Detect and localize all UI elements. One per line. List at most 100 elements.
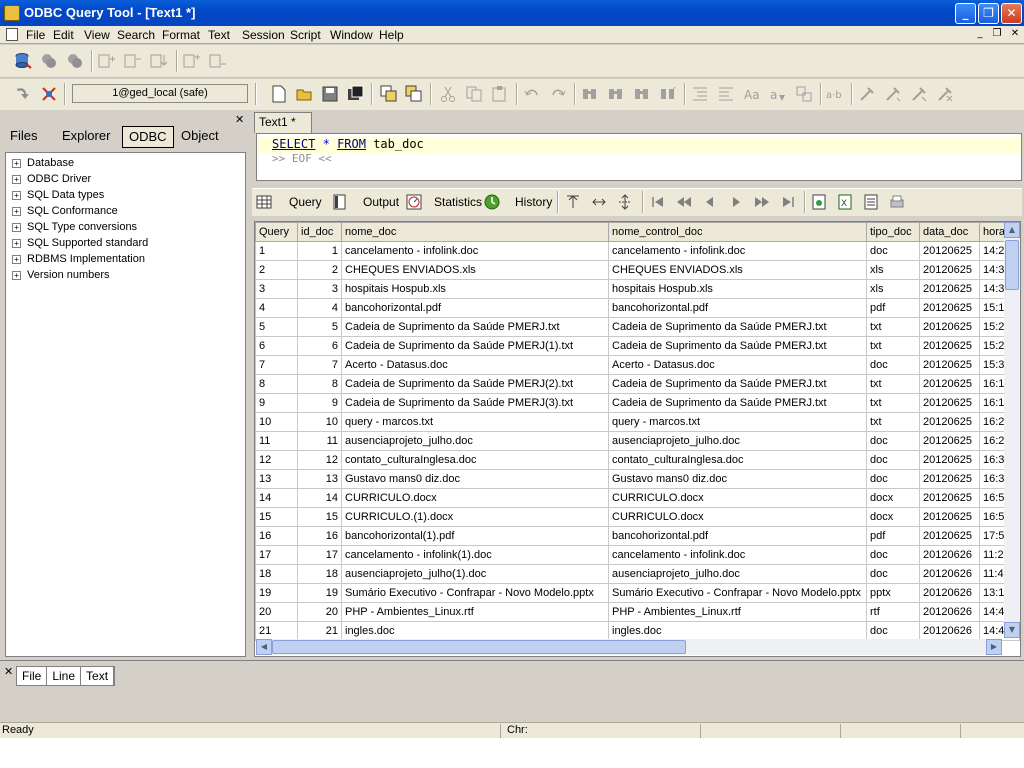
copy-icon[interactable] [465,85,483,103]
expand-icon[interactable]: + [12,254,21,264]
tree-item-sql-conformance[interactable]: + SQL Conformance [12,205,118,219]
move-column-icon[interactable] [591,194,607,210]
cell-tipo-doc[interactable]: xls [866,279,920,299]
column-header-nome-doc[interactable]: nome_doc [341,222,609,242]
menu-script[interactable]: Script [290,28,321,42]
history-tab[interactable]: History [515,195,552,209]
menu-file[interactable]: File [26,28,45,42]
cell-query[interactable]: 11 [255,431,298,451]
cell-id-doc[interactable]: 5 [297,317,342,337]
cell-nome-doc[interactable]: bancohorizontal.pdf [341,298,609,318]
menu-view[interactable]: View [84,28,110,42]
cell-nome-doc[interactable]: hospitais Hospub.xls [341,279,609,299]
tree-item-sql-supported-standard[interactable]: + SQL Supported standard [12,237,148,251]
cell-id-doc[interactable]: 14 [297,488,342,508]
sql-line[interactable]: SELECT * FROM tab_doc [257,137,1021,153]
cell-query[interactable]: 19 [255,583,298,603]
replace-icon[interactable] [659,85,677,103]
cell-query[interactable]: 9 [255,393,298,413]
cell-id-doc[interactable]: 13 [297,469,342,489]
column-header-line[interactable]: Line [47,667,82,685]
table-row[interactable]: 18 18 ausenciaprojeto_julho(1).doc ausencia… [255,564,1020,584]
history-icon[interactable] [484,194,500,210]
statistics-tab[interactable]: Statistics [434,195,482,209]
tree-item-sql-type-conversions[interactable]: + SQL Type conversions [12,221,137,235]
expand-icon[interactable]: + [12,238,21,248]
cell-nome-control-doc[interactable]: query - marcos.txt [608,412,867,432]
cell-tipo-doc[interactable]: txt [866,393,920,413]
cell-nome-doc[interactable]: Sumário Executivo - Confrapar - Novo Mod… [341,583,609,603]
grid-view-icon[interactable] [256,194,272,210]
menu-search[interactable]: Search [117,28,155,42]
cell-query[interactable]: 15 [255,507,298,527]
cell-nome-control-doc[interactable]: CURRICULO.docx [608,488,867,508]
cell-tipo-doc[interactable]: doc [866,564,920,584]
vertical-scroll-thumb[interactable] [1005,240,1019,290]
unindent-icon[interactable] [717,85,735,103]
debug-icon[interactable] [40,85,58,103]
table-row[interactable]: 13 13 Gustavo mans0 diz.doc Gustavo mans0 d… [255,469,1020,489]
cell-tipo-doc[interactable]: xls [866,260,920,280]
cell-query[interactable]: 21 [255,621,298,641]
cell-query[interactable]: 16 [255,526,298,546]
next-record-icon[interactable] [728,194,744,210]
expand-icon[interactable]: + [12,174,21,184]
cell-tipo-doc[interactable]: txt [866,374,920,394]
cell-nome-doc[interactable]: Acerto - Datasus.doc [341,355,609,375]
cell-id-doc[interactable]: 17 [297,545,342,565]
indent-icon[interactable] [691,85,709,103]
cell-id-doc[interactable]: 3 [297,279,342,299]
cell-nome-doc[interactable]: cancelamento - infolink(1).doc [341,545,609,565]
cell-data-doc[interactable]: 20120625 [919,260,980,280]
cell-query[interactable]: 17 [255,545,298,565]
cell-data-doc[interactable]: 20120625 [919,526,980,546]
paste-icon[interactable] [491,85,509,103]
menu-session[interactable]: Session [242,28,285,42]
cell-id-doc[interactable]: 10 [297,412,342,432]
table-row[interactable]: 9 9 Cadeia de Suprimento da Saúde PMERJ(3)… [255,393,1020,413]
cell-tipo-doc[interactable]: pdf [866,526,920,546]
export-excel-icon[interactable]: X [837,194,853,210]
bottom-panel-close-button[interactable]: ✕ [4,665,13,678]
insert-column-icon[interactable] [565,194,581,210]
cell-data-doc[interactable]: 20120625 [919,374,980,394]
table-row[interactable]: 12 12 contato_culturaInglesa.doc contato_cu… [255,450,1020,470]
cell-id-doc[interactable]: 11 [297,431,342,451]
cell-query[interactable]: 2 [255,260,298,280]
cell-tipo-doc[interactable]: doc [866,241,920,261]
cell-query[interactable]: 13 [255,469,298,489]
cell-nome-control-doc[interactable]: PHP - Ambientes_Linux.rtf [608,602,867,622]
cell-id-doc[interactable]: 15 [297,507,342,527]
cell-tipo-doc[interactable]: txt [866,336,920,356]
cell-id-doc[interactable]: 21 [297,621,342,641]
tab-explorer[interactable]: Explorer [56,126,116,148]
new-file-icon[interactable] [270,85,288,103]
results-grid[interactable]: Query id_doc nome_doc nome_control_doc t… [254,221,1021,657]
cell-nome-doc[interactable]: CHEQUES ENVIADOS.xls [341,260,609,280]
window-tile-icon[interactable] [405,85,423,103]
cell-query[interactable]: 6 [255,336,298,356]
tools-icon[interactable] [858,85,876,103]
cell-data-doc[interactable]: 20120625 [919,393,980,413]
column-header-id-doc[interactable]: id_doc [297,222,342,242]
table-row[interactable]: 14 14 CURRICULO.docx CURRICULO.docx docx 2012… [255,488,1020,508]
cell-query[interactable]: 20 [255,602,298,622]
cell-query[interactable]: 4 [255,298,298,318]
cell-tipo-doc[interactable]: pptx [866,583,920,603]
cell-tipo-doc[interactable]: doc [866,355,920,375]
cell-nome-control-doc[interactable]: CURRICULO.docx [608,507,867,527]
cell-tipo-doc[interactable]: docx [866,507,920,527]
reconnect-database-icon[interactable] [66,52,84,70]
menu-format[interactable]: Format [162,28,200,42]
expand-icon[interactable]: + [12,190,21,200]
save-icon[interactable] [321,85,339,103]
grid-post-icon[interactable] [150,52,168,70]
mdi-minimize-button[interactable]: _ [973,28,987,41]
previous-page-icon[interactable] [676,194,692,210]
cell-data-doc[interactable]: 20120625 [919,450,980,470]
tools-3-icon[interactable] [910,85,928,103]
cell-data-doc[interactable]: 20120626 [919,602,980,622]
cell-data-doc[interactable]: 20120626 [919,583,980,603]
table-row[interactable]: 1 1 cancelamento - infolink.doc cancelament… [255,241,1020,261]
execute-icon[interactable] [14,85,32,103]
